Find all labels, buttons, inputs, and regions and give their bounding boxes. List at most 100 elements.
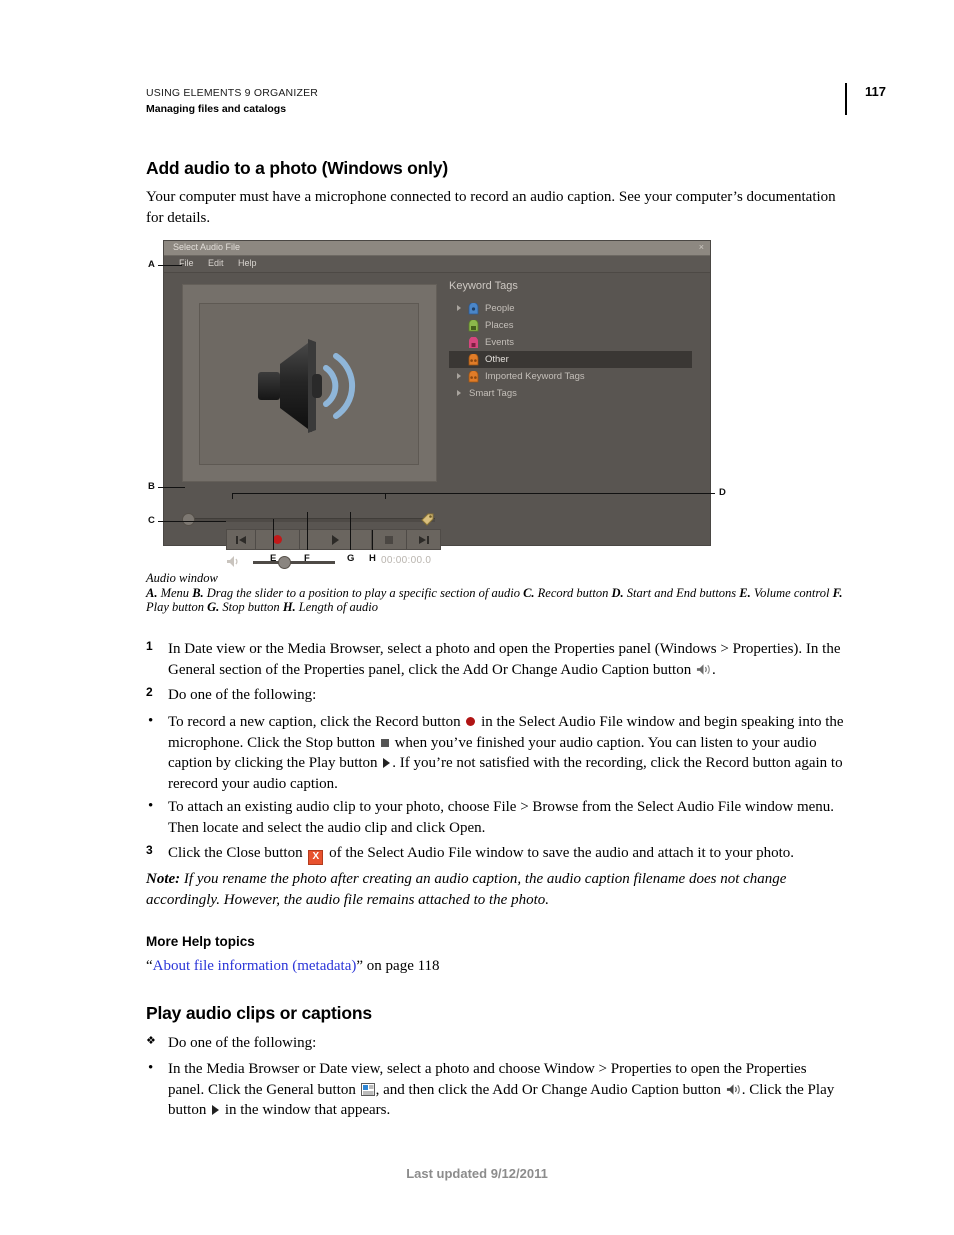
transport-controls: [226, 529, 441, 550]
keyword-tag-label: People: [485, 303, 515, 314]
step-3-text-b: of the Select Audio File window to save …: [325, 845, 794, 861]
menu-item-file[interactable]: File: [179, 258, 194, 268]
chevron-right-icon[interactable]: [457, 373, 461, 379]
keyword-tag-row-smart-tags[interactable]: Smart Tags: [449, 385, 692, 402]
skip-to-end-button[interactable]: [406, 529, 441, 550]
stop-icon: [385, 535, 393, 544]
page-title: Add audio to a photo (Windows only): [146, 158, 448, 178]
keyword-tag-row-other[interactable]: Other: [449, 351, 692, 368]
volume-slider-knob[interactable]: [278, 556, 291, 569]
general-button-icon: [360, 1082, 375, 1096]
step-3-number: 3: [146, 843, 153, 857]
chevron-right-icon[interactable]: [457, 305, 461, 311]
play-icon: [212, 1105, 220, 1115]
header-title-line2: Managing files and catalogs: [146, 103, 287, 115]
audio-caption-icon: [726, 1083, 740, 1095]
bullet-play-text-d: in the window that appears.: [221, 1102, 391, 1118]
play-icon: [383, 758, 391, 768]
attach-tag-icon[interactable]: [420, 512, 435, 526]
record-icon: [466, 717, 476, 726]
keyword-tag-label: Places: [485, 320, 514, 331]
legend-key-f: F.: [832, 585, 843, 600]
callout-d-leader-tick-right: [385, 493, 386, 499]
note-label: Note:: [146, 871, 181, 887]
menu-item-edit[interactable]: Edit: [208, 258, 224, 268]
volume-slider-track[interactable]: [253, 561, 335, 564]
callout-c: C: [148, 515, 155, 526]
speaker-icon: [258, 339, 356, 433]
keyword-tag-row-events[interactable]: Events: [449, 334, 692, 351]
callout-b-leader: [158, 487, 185, 488]
legend-text-d: Start and End buttons: [623, 585, 740, 600]
legend-key-h: H.: [282, 600, 296, 614]
legend-key-a: A.: [146, 585, 158, 600]
step-2-text: Do one of the following:: [168, 687, 317, 703]
step-3: 3 Click the Close button X of the Select…: [146, 843, 846, 865]
keyword-tag-row-people[interactable]: People: [449, 300, 692, 317]
page-title-2: Play audio clips or captions: [146, 1003, 372, 1023]
play-icon: [332, 534, 339, 545]
figure-caption-legend: A. Menu B. Drag the slider to a position…: [146, 586, 846, 615]
legend-text-e: Volume control: [750, 585, 830, 600]
legend-text-b: Drag the slider to a position to play a …: [203, 585, 524, 600]
callout-d-leader: [232, 493, 715, 494]
play-button[interactable]: [299, 529, 371, 550]
menu-item-help[interactable]: Help: [238, 258, 257, 268]
keyword-tag-label: Other: [485, 354, 509, 365]
keyword-tag-row-imported[interactable]: Imported Keyword Tags: [449, 368, 692, 385]
document-page: USING ELEMENTS 9 ORGANIZER Managing file…: [0, 0, 954, 1235]
note-paragraph: Note: If you rename the photo after crea…: [146, 869, 842, 910]
scrub-slider-knob[interactable]: [182, 513, 195, 526]
legend-key-c: C.: [523, 585, 535, 600]
xref-suffix: on page 118: [363, 958, 440, 974]
tag-icon-pink: [469, 337, 478, 348]
callout-b: B: [148, 481, 155, 492]
legend-text-c: Record button: [534, 585, 612, 600]
dialog-menu-bar: File Edit Help: [164, 256, 710, 273]
xref-link[interactable]: About file information (metadata): [153, 958, 357, 974]
chevron-right-icon[interactable]: [457, 390, 461, 396]
record-button[interactable]: [255, 529, 299, 550]
skip-to-end-icon: [418, 535, 429, 544]
close-icon[interactable]: ×: [699, 242, 704, 252]
bullet-marker: •: [148, 1060, 154, 1076]
header-title-line1: USING ELEMENTS 9 ORGANIZER: [146, 87, 319, 99]
running-header: USING ELEMENTS 9 ORGANIZER Managing file…: [146, 86, 318, 116]
bullet-record-caption: • To record a new caption, click the Rec…: [146, 712, 846, 794]
step-2-number: 2: [146, 685, 153, 699]
step-1-text: In Date view or the Media Browser, selec…: [168, 639, 846, 680]
legend-key-e: E.: [739, 585, 751, 600]
more-help-heading: More Help topics: [146, 934, 255, 949]
callout-c-leader: [158, 521, 226, 522]
callout-e: E: [270, 553, 277, 564]
legend-key-g: G.: [207, 600, 220, 614]
legend-key-b: B.: [192, 585, 204, 600]
play-intro-text: Do one of the following:: [168, 1035, 317, 1051]
legend-text-g: Stop button: [219, 600, 283, 614]
figure-caption: Audio window A. Menu B. Drag the slider …: [146, 571, 846, 615]
close-icon: X: [308, 850, 324, 865]
stop-button[interactable]: [371, 529, 406, 550]
keyword-tags-title: Keyword Tags: [449, 280, 518, 292]
callout-h-leader: [372, 530, 373, 550]
skip-to-start-icon: [236, 535, 246, 544]
audio-preview-inner: [199, 303, 419, 465]
diamond-bullet-icon: ❖: [146, 1035, 156, 1047]
skip-to-start-button[interactable]: [226, 529, 255, 550]
footer-last-updated: Last updated 9/12/2011: [406, 1166, 548, 1181]
audio-caption-icon: [696, 663, 710, 675]
figure-caption-title: Audio window: [146, 571, 218, 585]
keyword-tag-label: Events: [485, 337, 515, 348]
dialog-body: 00:00:00.0 Keyword Tags People Places Ev…: [164, 272, 710, 569]
step-2: 2 Do one of the following:: [146, 685, 846, 706]
keyword-tag-row-places[interactable]: Places: [449, 317, 692, 334]
tag-icon-blue: [468, 303, 479, 315]
step-1-text-b: .: [711, 661, 716, 678]
play-intro-step: ❖ Do one of the following:: [146, 1033, 846, 1054]
step-1-number: 1: [146, 639, 153, 653]
stop-icon: [380, 738, 389, 747]
callout-a-leader: [158, 265, 182, 266]
bullet-play-text: In the Media Browser or Date view, selec…: [168, 1059, 846, 1121]
record-icon: [273, 535, 282, 544]
bullet-record-text-a: To record a new caption, click the Recor…: [168, 714, 465, 730]
